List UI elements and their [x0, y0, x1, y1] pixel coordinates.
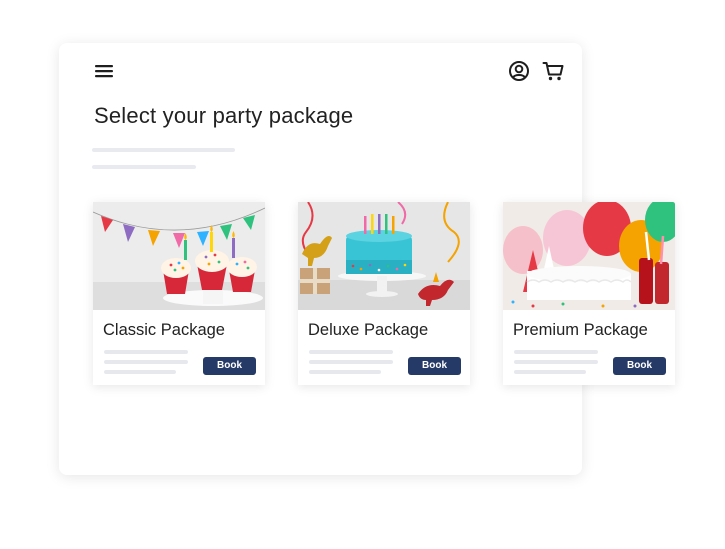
subtitle-placeholder-line [92, 165, 196, 169]
description-placeholder-line [309, 360, 393, 364]
description-placeholder-line [104, 360, 188, 364]
description-placeholder-line [104, 350, 188, 354]
description-placeholder-line [104, 370, 176, 374]
description-placeholder-line [309, 350, 393, 354]
package-name: Classic Package [103, 321, 225, 339]
package-name: Deluxe Package [308, 321, 429, 339]
cupcakes-photo [93, 202, 265, 310]
balloons-cake-photo [503, 202, 675, 310]
package-card-classic[interactable]: Classic Package Book [93, 202, 265, 385]
page-title: Select your party package [94, 103, 354, 128]
subtitle-placeholder-line [92, 148, 235, 152]
user-circle-icon[interactable] [508, 60, 530, 82]
description-placeholder-line [309, 370, 381, 374]
book-button[interactable]: Book [613, 357, 666, 375]
dinosaur-cake-photo [298, 202, 470, 310]
description-placeholder-line [514, 350, 598, 354]
book-button[interactable]: Book [408, 357, 461, 375]
package-card-deluxe[interactable]: Deluxe Package Book [298, 202, 470, 385]
description-placeholder-line [514, 360, 598, 364]
book-button[interactable]: Book [203, 357, 256, 375]
hamburger-menu-icon[interactable] [94, 62, 114, 80]
description-placeholder-line [514, 370, 586, 374]
package-name: Premium Package [513, 321, 648, 339]
shopping-cart-icon[interactable] [542, 60, 565, 82]
package-card-premium[interactable]: Premium Package Book [503, 202, 675, 385]
